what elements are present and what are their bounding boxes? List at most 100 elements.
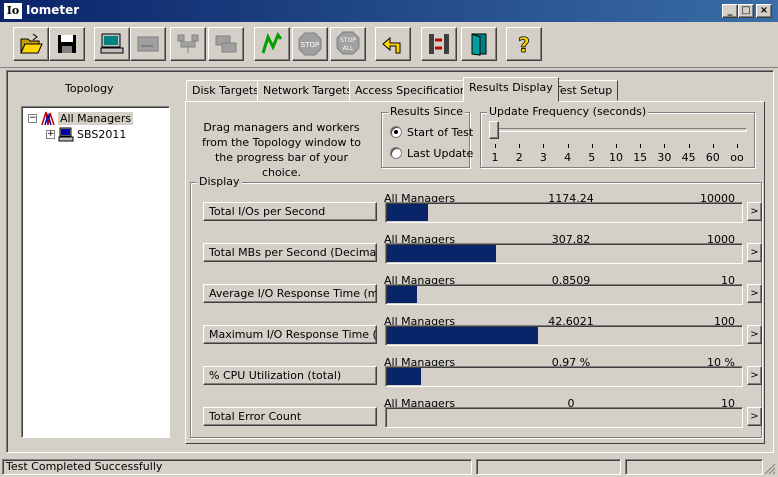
metric-progress-bar[interactable] <box>385 407 743 428</box>
frequency-tick <box>712 144 714 148</box>
exit-button[interactable] <box>461 27 497 61</box>
frequency-tick <box>737 144 738 148</box>
minimize-button[interactable]: _ <box>722 4 738 18</box>
new-network-worker-button[interactable] <box>170 27 206 61</box>
status-pane-2 <box>476 459 621 475</box>
stop-text: STOP <box>301 41 319 49</box>
svg-text:ALL: ALL <box>343 45 354 52</box>
frequency-tick <box>640 144 642 148</box>
start-tests-button[interactable] <box>254 27 290 61</box>
green-flag-icon <box>261 32 283 54</box>
frequency-tick-label: 1 <box>491 151 499 164</box>
disconnect-button[interactable] <box>421 27 457 61</box>
metric-select-button[interactable]: Total MBs per Second (Decimal) <box>203 243 377 262</box>
frequency-tick-label: 4 <box>564 151 572 164</box>
metric-select-button[interactable]: Maximum I/O Response Time (ms) <box>203 325 377 344</box>
window-title: Iometer <box>26 3 80 17</box>
new-manager-button[interactable] <box>94 27 130 61</box>
frequency-tick <box>495 144 496 148</box>
open-config-button[interactable] <box>13 27 49 61</box>
metric-progress-fill <box>387 204 428 221</box>
tree-item-sbs2011[interactable]: + SBS2011 <box>46 126 126 142</box>
frequency-tick-label: 60 <box>705 151 720 164</box>
toolbar: STOP STOP ALL ? <box>0 22 778 68</box>
metric-progress-bar[interactable] <box>385 325 743 346</box>
frequency-tick <box>664 144 666 148</box>
metric-arrow-button[interactable]: > <box>747 202 762 221</box>
frequency-tick <box>688 144 690 148</box>
status-pane-3 <box>625 459 763 475</box>
tab-access-specifications[interactable]: Access Specifications <box>349 80 479 101</box>
metric-progress-fill <box>387 327 538 344</box>
about-button[interactable]: ? <box>506 27 542 61</box>
title-bar: Io Iometer _ □ × <box>0 0 778 22</box>
metric-progress-fill <box>387 368 421 385</box>
tab-network-targets[interactable]: Network Targets <box>257 80 359 101</box>
metric-progress-bar[interactable] <box>385 243 743 264</box>
metric-select-button[interactable]: Total Error Count <box>203 407 377 426</box>
update-frequency-slider-track[interactable] <box>495 128 747 132</box>
frequency-tick <box>567 144 569 148</box>
folder-open-icon <box>20 33 43 54</box>
frequency-tick <box>519 144 521 148</box>
frequency-tick-label: 15 <box>633 151 648 164</box>
frequency-tick-label: 5 <box>588 151 596 164</box>
frequency-tick <box>616 144 617 148</box>
start-of-test-label[interactable]: Start of Test <box>407 126 473 139</box>
maximize-button[interactable]: □ <box>738 4 754 18</box>
update-frequency-slider-thumb[interactable] <box>489 121 499 139</box>
collapse-toggle[interactable]: − <box>28 113 37 123</box>
all-managers-icon <box>41 111 55 126</box>
frequency-tick <box>543 144 545 148</box>
svg-text:?: ? <box>518 33 530 57</box>
new-disk-worker-button[interactable] <box>130 27 166 61</box>
radio-last-update[interactable] <box>390 147 402 159</box>
reset-workers-button[interactable] <box>375 27 411 61</box>
frequency-tick-label: 10 <box>609 151 623 164</box>
floppy-disk-icon <box>58 35 76 53</box>
frequency-tick-label: 2 <box>515 151 523 164</box>
tab-test-setup[interactable]: Test Setup <box>549 80 619 101</box>
update-frequency-label: Update Frequency (seconds) <box>487 105 649 118</box>
status-bar: Test Completed Successfully <box>0 457 778 477</box>
duplicate-worker-button[interactable] <box>208 27 244 61</box>
tree-item-all-managers[interactable]: − All Managers <box>28 110 134 126</box>
iometer-app-icon[interactable]: Io <box>4 3 22 19</box>
topology-tree[interactable]: − All Managers + SBS2011 <box>21 106 170 438</box>
metric-arrow-button[interactable]: > <box>747 325 762 344</box>
results-since-label: Results Since <box>388 105 466 118</box>
save-config-button[interactable] <box>49 27 85 61</box>
metric-arrow-button[interactable]: > <box>747 366 762 385</box>
tab-disk-targets[interactable]: Disk Targets <box>186 80 265 101</box>
metric-select-button[interactable]: Total I/Os per Second <box>203 202 377 221</box>
results-display-panel: Drag managers and workers from the Topol… <box>185 101 765 444</box>
radio-start-of-test[interactable] <box>390 126 402 138</box>
last-update-label[interactable]: Last Update <box>407 147 473 160</box>
metric-select-button[interactable]: Average I/O Response Time (ms) <box>203 284 377 303</box>
display-label: Display <box>197 175 242 188</box>
metric-arrow-button[interactable]: > <box>747 284 762 303</box>
stop-all-button[interactable]: STOP ALL <box>330 27 366 61</box>
tree-label-all-managers[interactable]: All Managers <box>58 111 134 125</box>
metric-progress-bar[interactable] <box>385 284 743 305</box>
close-button[interactable]: × <box>756 4 772 18</box>
computer-icon <box>100 33 124 54</box>
tab-results-display[interactable]: Results Display <box>463 77 559 102</box>
computer-icon <box>58 127 74 142</box>
tree-label-sbs2011[interactable]: SBS2011 <box>77 128 126 141</box>
metric-arrow-button[interactable]: > <box>747 407 762 426</box>
topology-label: Topology <box>65 82 114 95</box>
metric-arrow-button[interactable]: > <box>747 243 762 262</box>
frequency-tick-label: 30 <box>657 151 672 164</box>
metric-progress-bar[interactable] <box>385 202 743 223</box>
status-text: Test Completed Successfully <box>2 459 472 475</box>
svg-text:STOP: STOP <box>340 37 356 44</box>
metric-progress-bar[interactable] <box>385 366 743 387</box>
stop-button[interactable]: STOP <box>292 27 328 61</box>
expand-toggle[interactable]: + <box>46 129 55 139</box>
disk-worker-icon <box>137 36 159 52</box>
reset-arrow-icon <box>382 36 401 54</box>
resize-grip-icon[interactable] <box>764 463 776 475</box>
frequency-tick-label: 45 <box>681 151 696 164</box>
metric-select-button[interactable]: % CPU Utilization (total) <box>203 366 377 385</box>
